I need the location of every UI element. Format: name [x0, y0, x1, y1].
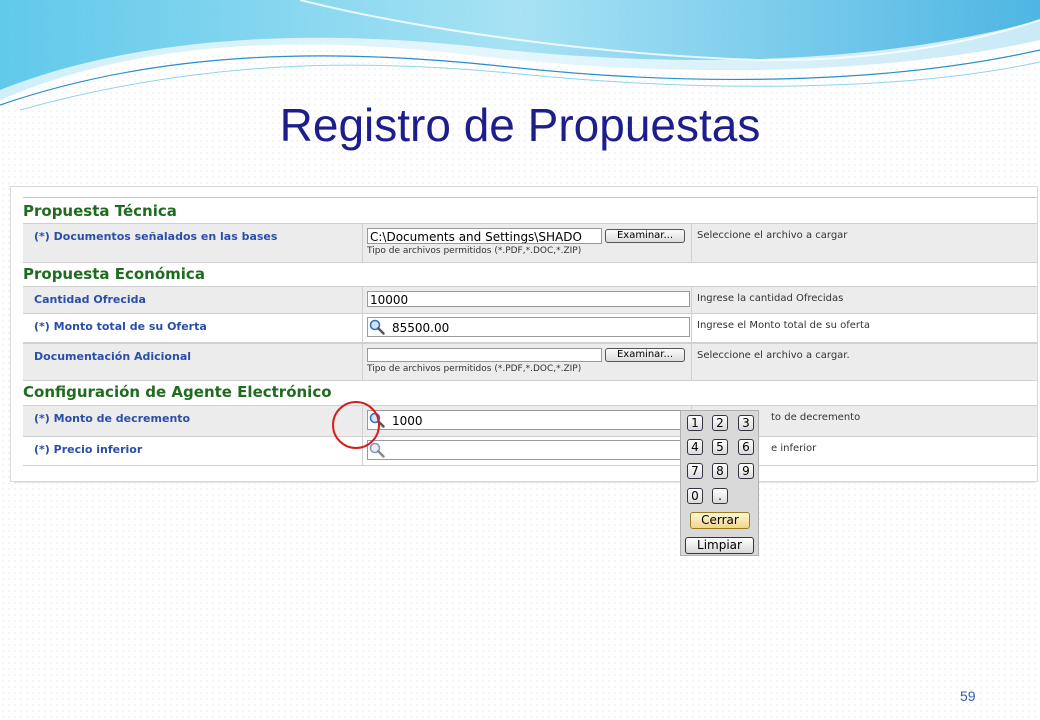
key-8[interactable]: 8	[712, 463, 728, 479]
label-documentos: (*) Documentos señalados en las bases	[34, 230, 278, 243]
hint-documentos: Seleccione el archivo a cargar	[697, 230, 848, 241]
row-documentos: (*) Documentos señalados en las bases C:…	[23, 223, 1037, 263]
row-monto-total: (*) Monto total de su Oferta 85500.00 In…	[23, 313, 1037, 343]
magnifier-icon[interactable]	[368, 318, 386, 336]
documentacion-file-input[interactable]	[367, 348, 602, 362]
decorative-wave-header	[0, 0, 1040, 110]
section-title-economica: Propuesta Económica	[23, 265, 205, 283]
examinar-button-documentos[interactable]: Examinar...	[605, 229, 685, 243]
key-7[interactable]: 7	[687, 463, 703, 479]
page-number: 59	[960, 688, 976, 704]
subhint-documentos: Tipo de archivos permitidos (*.PDF,*.DOC…	[367, 246, 582, 256]
label-cantidad: Cantidad Ofrecida	[34, 293, 146, 306]
subhint-documentacion: Tipo de archivos permitidos (*.PDF,*.DOC…	[367, 364, 582, 374]
slide-title: Registro de Propuestas	[279, 99, 761, 151]
examinar-button-documentacion[interactable]: Examinar...	[605, 348, 685, 362]
row-precio: (*) Precio inferior e inferior	[23, 436, 1037, 466]
monto-total-input[interactable]: 85500.00	[367, 317, 690, 337]
hint-decremento: to de decremento	[771, 412, 861, 423]
row-decremento: (*) Monto de decremento 1000 to de decre…	[23, 405, 1037, 437]
key-9[interactable]: 9	[738, 463, 754, 479]
precio-input[interactable]	[367, 440, 690, 460]
numeric-keypad-popup: 1 2 3 4 5 6 7 8 9 0 . Cerrar Limpiar	[680, 410, 759, 556]
key-3[interactable]: 3	[738, 415, 754, 431]
label-decremento: (*) Monto de decremento	[34, 412, 191, 425]
label-precio: (*) Precio inferior	[34, 443, 143, 456]
label-monto-total: (*) Monto total de su Oferta	[34, 320, 207, 333]
panel-bottom-line	[14, 482, 1034, 513]
row-cantidad: Cantidad Ofrecida 10000 Ingrese la canti…	[23, 286, 1037, 314]
key-0[interactable]: 0	[687, 488, 703, 504]
decremento-input[interactable]: 1000	[367, 410, 690, 430]
key-1[interactable]: 1	[687, 415, 703, 431]
hint-documentacion: Seleccione el archivo a cargar.	[697, 350, 850, 361]
documentos-file-input[interactable]: C:\Documents and Settings\SHADO	[367, 228, 602, 244]
proposal-form-panel: Propuesta Técnica (*) Documentos señalad…	[10, 186, 1038, 482]
section-title-tecnica: Propuesta Técnica	[23, 202, 177, 220]
separator	[23, 197, 1037, 198]
row-documentacion: Documentación Adicional Examinar... Tipo…	[23, 343, 1037, 381]
hint-monto-total: Ingrese el Monto total de su oferta	[697, 320, 871, 331]
label-documentacion: Documentación Adicional	[34, 350, 192, 363]
highlight-circle	[332, 401, 380, 449]
cantidad-input[interactable]: 10000	[367, 291, 690, 307]
key-5[interactable]: 5	[712, 439, 728, 455]
cerrar-button[interactable]: Cerrar	[690, 512, 750, 529]
limpiar-button[interactable]: Limpiar	[685, 537, 754, 554]
hint-cantidad: Ingrese la cantidad Ofrecidas	[697, 293, 844, 304]
key-2[interactable]: 2	[712, 415, 728, 431]
key-6[interactable]: 6	[738, 439, 754, 455]
hint-precio: e inferior	[771, 443, 817, 454]
key-dot[interactable]: .	[712, 488, 728, 504]
section-title-agente: Configuración de Agente Electrónico	[23, 383, 332, 401]
key-4[interactable]: 4	[687, 439, 703, 455]
